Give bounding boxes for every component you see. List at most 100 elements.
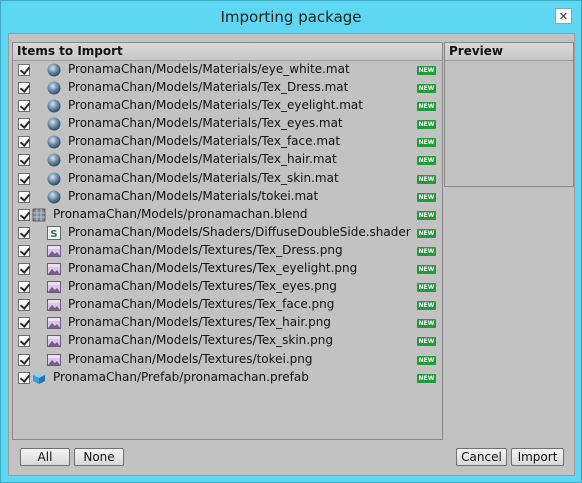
import-item-checkbox[interactable]	[18, 281, 30, 294]
preview-panel-header: Preview	[445, 43, 573, 61]
import-item-checkbox[interactable]	[18, 353, 30, 366]
import-item-label: PronamaChan/Models/Materials/Tex_eyes.ma…	[68, 116, 343, 131]
new-badge: NEW	[417, 192, 436, 202]
import-item-checkbox[interactable]	[18, 82, 30, 95]
import-button[interactable]: Import	[511, 448, 564, 466]
items-to-import-panel: Items to Import PronamaChan/Models/Mater…	[12, 42, 443, 440]
new-badge: NEW	[417, 246, 436, 256]
import-item-checkbox[interactable]	[18, 299, 30, 312]
import-item-row[interactable]: PronamaChan/Prefab/pronamachan.prefab NEW	[13, 369, 442, 387]
import-item-label: PronamaChan/Models/Textures/tokei.png	[68, 351, 313, 366]
dialog-body: Items to Import PronamaChan/Models/Mater…	[8, 33, 575, 476]
import-item-row[interactable]: PronamaChan/Models/Textures/Tex_hair.png…	[13, 314, 442, 332]
import-item-row[interactable]: PronamaChan/Models/Materials/Tex_eyeligh…	[13, 97, 442, 115]
texture-image-icon	[47, 280, 61, 294]
import-item-label: PronamaChan/Models/Shaders/DiffuseDouble…	[68, 224, 411, 239]
material-sphere-icon	[47, 117, 61, 131]
new-badge: NEW	[417, 156, 436, 166]
import-item-checkbox[interactable]	[18, 190, 30, 203]
new-badge: NEW	[417, 301, 436, 311]
new-badge: NEW	[417, 228, 436, 238]
material-sphere-icon	[47, 135, 61, 149]
import-item-row[interactable]: PronamaChan/Models/Textures/Tex_eyes.png…	[13, 278, 442, 296]
new-badge: NEW	[417, 210, 436, 220]
import-item-label: PronamaChan/Models/Textures/Tex_eyes.png	[68, 279, 337, 294]
cancel-button[interactable]: Cancel	[456, 448, 507, 466]
close-icon: ✕	[558, 9, 569, 23]
import-package-dialog: Importing package ✕ Items to Import Pron…	[0, 0, 582, 483]
new-badge: NEW	[417, 373, 436, 383]
preview-panel: Preview	[444, 42, 574, 187]
texture-image-icon	[47, 298, 61, 312]
import-item-row[interactable]: PronamaChan/Models/Textures/Tex_skin.png…	[13, 332, 442, 350]
title-bar[interactable]: Importing package ✕	[1, 1, 581, 33]
new-badge: NEW	[417, 283, 436, 293]
import-item-row[interactable]: PronamaChan/Models/Materials/Tex_eyes.ma…	[13, 115, 442, 133]
prefab-cube-icon	[32, 371, 46, 385]
import-item-row[interactable]: PronamaChan/Models/Textures/Tex_eyelight…	[13, 260, 442, 278]
import-item-label: PronamaChan/Models/Materials/Tex_skin.ma…	[68, 170, 339, 185]
new-badge: NEW	[417, 120, 436, 130]
import-item-checkbox[interactable]	[18, 154, 30, 167]
close-button[interactable]: ✕	[555, 8, 572, 24]
new-badge: NEW	[417, 66, 436, 75]
import-item-checkbox[interactable]	[18, 244, 30, 257]
import-item-label: PronamaChan/Models/Materials/Tex_eyeligh…	[68, 98, 363, 113]
import-item-row[interactable]: PronamaChan/Models/pronamachan.blend NEW	[13, 206, 442, 224]
window-title: Importing package	[220, 8, 362, 26]
import-item-label: PronamaChan/Models/pronamachan.blend	[53, 206, 308, 221]
texture-image-icon	[47, 316, 61, 330]
import-item-label: PronamaChan/Models/Materials/eye_white.m…	[68, 62, 350, 76]
import-item-label: PronamaChan/Models/Materials/Tex_hair.ma…	[68, 152, 337, 167]
new-badge: NEW	[417, 337, 436, 347]
new-badge: NEW	[417, 174, 436, 184]
import-item-row[interactable]: PronamaChan/Models/Textures/Tex_Dress.pn…	[13, 242, 442, 260]
shader-icon: S	[47, 225, 61, 240]
material-sphere-icon	[47, 153, 61, 167]
import-item-checkbox[interactable]	[18, 64, 30, 76]
material-sphere-icon	[47, 99, 61, 113]
import-item-checkbox[interactable]	[18, 226, 30, 239]
import-item-label: PronamaChan/Models/Textures/Tex_Dress.pn…	[68, 242, 343, 257]
import-item-checkbox[interactable]	[18, 136, 30, 149]
import-item-row[interactable]: PronamaChan/Models/Textures/Tex_face.png…	[13, 296, 442, 314]
model-grid-icon	[32, 208, 46, 222]
new-badge: NEW	[417, 265, 436, 275]
import-item-label: PronamaChan/Models/Materials/Tex_Dress.m…	[68, 80, 349, 95]
import-item-row[interactable]: PronamaChan/Models/Materials/eye_white.m…	[13, 61, 442, 79]
import-item-row[interactable]: PronamaChan/Models/Materials/tokei.mat NE…	[13, 188, 442, 206]
import-item-checkbox[interactable]	[18, 172, 30, 185]
texture-image-icon	[47, 244, 61, 258]
import-item-row[interactable]: PronamaChan/Models/Materials/Tex_skin.ma…	[13, 170, 442, 188]
import-item-row[interactable]: S PronamaChan/Models/Shaders/DiffuseDoubl…	[13, 224, 442, 242]
import-item-row[interactable]: PronamaChan/Models/Materials/Tex_face.ma…	[13, 133, 442, 151]
import-item-checkbox[interactable]	[18, 263, 30, 276]
texture-image-icon	[47, 353, 61, 367]
import-item-checkbox[interactable]	[18, 335, 30, 348]
import-item-label: PronamaChan/Models/Textures/Tex_eyelight…	[68, 261, 358, 276]
material-sphere-icon	[47, 172, 61, 186]
material-sphere-icon	[47, 190, 61, 204]
import-item-checkbox[interactable]	[18, 100, 30, 113]
import-item-label: PronamaChan/Models/Textures/Tex_skin.png	[68, 333, 333, 348]
import-item-label: PronamaChan/Models/Materials/tokei.mat	[68, 188, 319, 203]
import-item-row[interactable]: PronamaChan/Models/Materials/Tex_Dress.m…	[13, 79, 442, 97]
import-item-checkbox[interactable]	[18, 317, 30, 330]
new-badge: NEW	[417, 319, 436, 329]
import-item-checkbox[interactable]	[18, 371, 30, 384]
import-item-row[interactable]: PronamaChan/Models/Materials/Tex_hair.ma…	[13, 151, 442, 169]
select-none-button[interactable]: None	[74, 448, 124, 466]
import-item-checkbox[interactable]	[18, 208, 30, 221]
import-item-row[interactable]: PronamaChan/Models/Textures/tokei.png NEW	[13, 351, 442, 369]
new-badge: NEW	[417, 355, 436, 365]
import-item-checkbox[interactable]	[18, 118, 30, 131]
items-panel-header: Items to Import	[13, 43, 442, 61]
material-sphere-icon	[47, 81, 61, 95]
items-list[interactable]: PronamaChan/Models/Materials/eye_white.m…	[13, 61, 442, 387]
import-item-label: PronamaChan/Models/Textures/Tex_hair.png	[68, 315, 331, 330]
material-sphere-icon	[47, 63, 61, 77]
texture-image-icon	[47, 334, 61, 348]
new-badge: NEW	[417, 102, 436, 112]
select-all-button[interactable]: All	[20, 448, 70, 466]
svg-text:S: S	[50, 229, 57, 240]
